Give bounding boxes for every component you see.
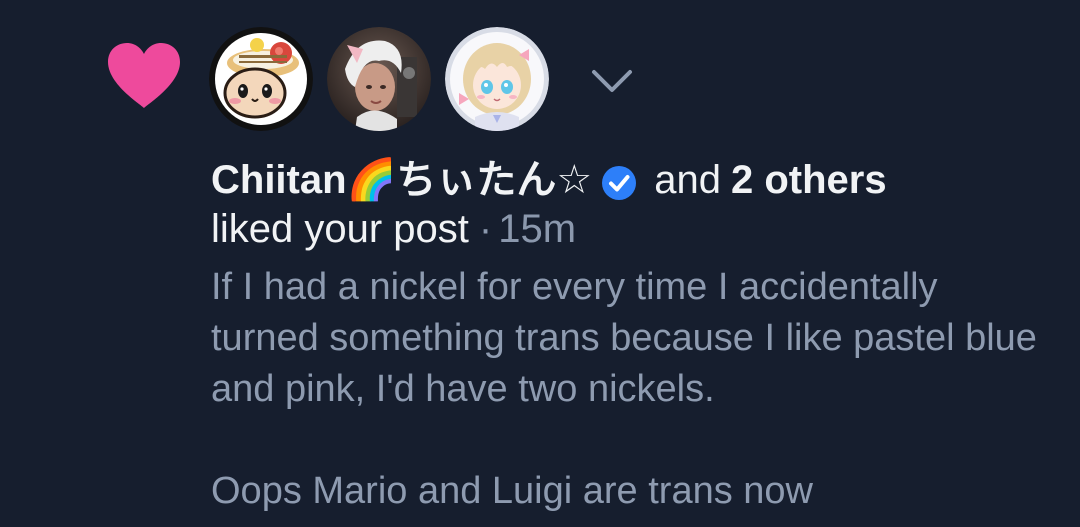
others-link[interactable]: 2 others (731, 152, 887, 208)
and-text: and (654, 158, 721, 202)
expand-likers-button[interactable] (586, 62, 638, 98)
avatar-user-3[interactable] (445, 27, 549, 131)
avatar-user-2[interactable] (327, 27, 431, 131)
notification-text: Chiitan🌈ちぃたん☆ and 2 others liked your po… (211, 152, 1051, 517)
like-notification[interactable]: Chiitan🌈ちぃたん☆ and 2 others liked your po… (0, 0, 1080, 527)
white-haired-person-avatar-icon (327, 27, 431, 131)
anime-girl-avatar-icon (445, 27, 549, 131)
verified-check-icon (600, 161, 638, 200)
chevron-down-icon (592, 70, 632, 92)
chiitan-avatar-icon (209, 27, 313, 131)
timestamp: 15m (498, 207, 577, 251)
action-text: liked your post (211, 207, 469, 251)
avatar-chiitan[interactable] (209, 27, 313, 131)
notification-action-line: liked your post · 15m (211, 204, 1051, 254)
notification-headline: Chiitan🌈ちぃたん☆ and 2 others (211, 152, 1051, 208)
author-name[interactable]: Chiitan🌈ちぃたん☆ (211, 152, 592, 208)
separator: · (478, 207, 493, 251)
liker-avatars (209, 26, 549, 132)
post-preview-text[interactable]: If I had a nickel for every time I accid… (211, 262, 1051, 517)
heart-icon (106, 42, 182, 110)
